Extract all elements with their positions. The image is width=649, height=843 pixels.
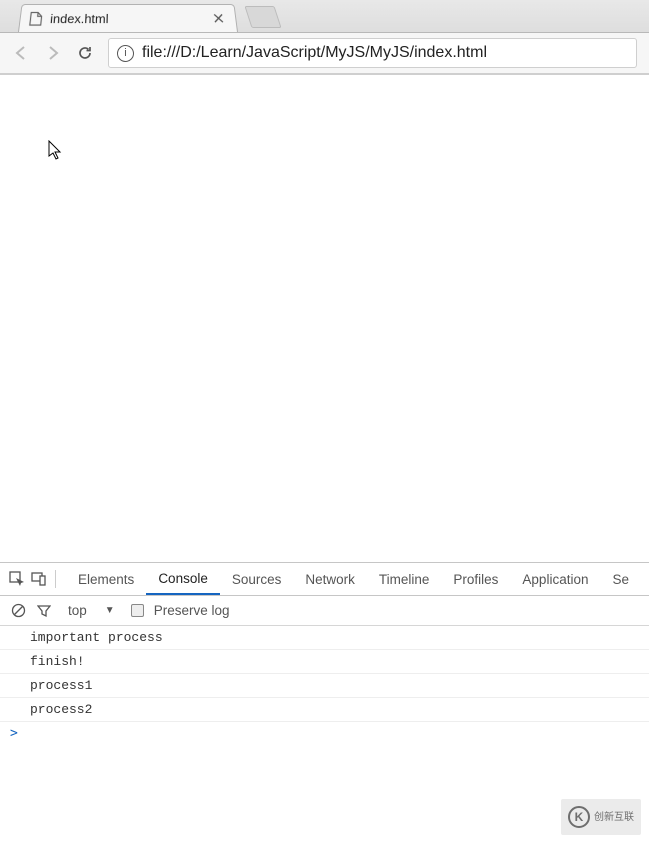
preserve-log-checkbox[interactable]	[131, 604, 144, 617]
console-filter-bar: top ▼ Preserve log	[0, 596, 649, 626]
close-icon[interactable]	[211, 12, 226, 26]
watermark: K 创新互联	[561, 799, 641, 835]
tab-bar: index.html	[0, 0, 649, 33]
watermark-text: 创新互联	[594, 812, 634, 823]
file-icon	[28, 11, 44, 25]
filter-icon[interactable]	[36, 603, 52, 619]
browser-toolbar: i file:///D:/Learn/JavaScript/MyJS/MyJS/…	[0, 33, 649, 75]
mouse-cursor-icon	[48, 140, 63, 161]
console-line: important process	[0, 626, 649, 650]
inspect-icon[interactable]	[8, 569, 26, 589]
console-line: process2	[0, 698, 649, 722]
tab-timeline[interactable]: Timeline	[367, 563, 442, 595]
clear-console-icon[interactable]	[10, 603, 26, 619]
context-selector[interactable]: top ▼	[62, 603, 121, 618]
devtools-panel: Elements Console Sources Network Timelin…	[0, 562, 649, 745]
url-text: file:///D:/Learn/JavaScript/MyJS/MyJS/in…	[142, 44, 487, 62]
chevron-down-icon: ▼	[105, 605, 115, 616]
page-content	[0, 75, 649, 562]
preserve-log-label: Preserve log	[154, 603, 230, 618]
devtools-tab-bar: Elements Console Sources Network Timelin…	[0, 563, 649, 596]
watermark-logo-icon: K	[568, 806, 590, 828]
context-label: top	[68, 603, 87, 618]
tab-console[interactable]: Console	[146, 563, 220, 595]
reload-icon[interactable]	[76, 44, 94, 62]
new-tab-button[interactable]	[244, 6, 281, 28]
info-icon[interactable]: i	[117, 45, 134, 62]
console-output: important process finish! process1 proce…	[0, 626, 649, 745]
tab-title: index.html	[50, 11, 206, 25]
console-line: finish!	[0, 650, 649, 674]
tab-network[interactable]: Network	[293, 563, 367, 595]
tab-sources[interactable]: Sources	[220, 563, 294, 595]
tab-profiles[interactable]: Profiles	[441, 563, 510, 595]
divider	[55, 570, 56, 588]
device-toggle-icon[interactable]	[31, 569, 49, 589]
console-prompt[interactable]: >	[0, 722, 649, 745]
tab-elements[interactable]: Elements	[66, 563, 146, 595]
tab-application[interactable]: Application	[510, 563, 600, 595]
tab-more[interactable]: Se	[600, 563, 641, 595]
browser-tab[interactable]: index.html	[18, 4, 238, 32]
prompt-caret: >	[10, 726, 18, 741]
console-line: process1	[0, 674, 649, 698]
address-bar[interactable]: i file:///D:/Learn/JavaScript/MyJS/MyJS/…	[108, 38, 637, 68]
back-icon[interactable]	[12, 44, 30, 62]
forward-icon[interactable]	[44, 44, 62, 62]
